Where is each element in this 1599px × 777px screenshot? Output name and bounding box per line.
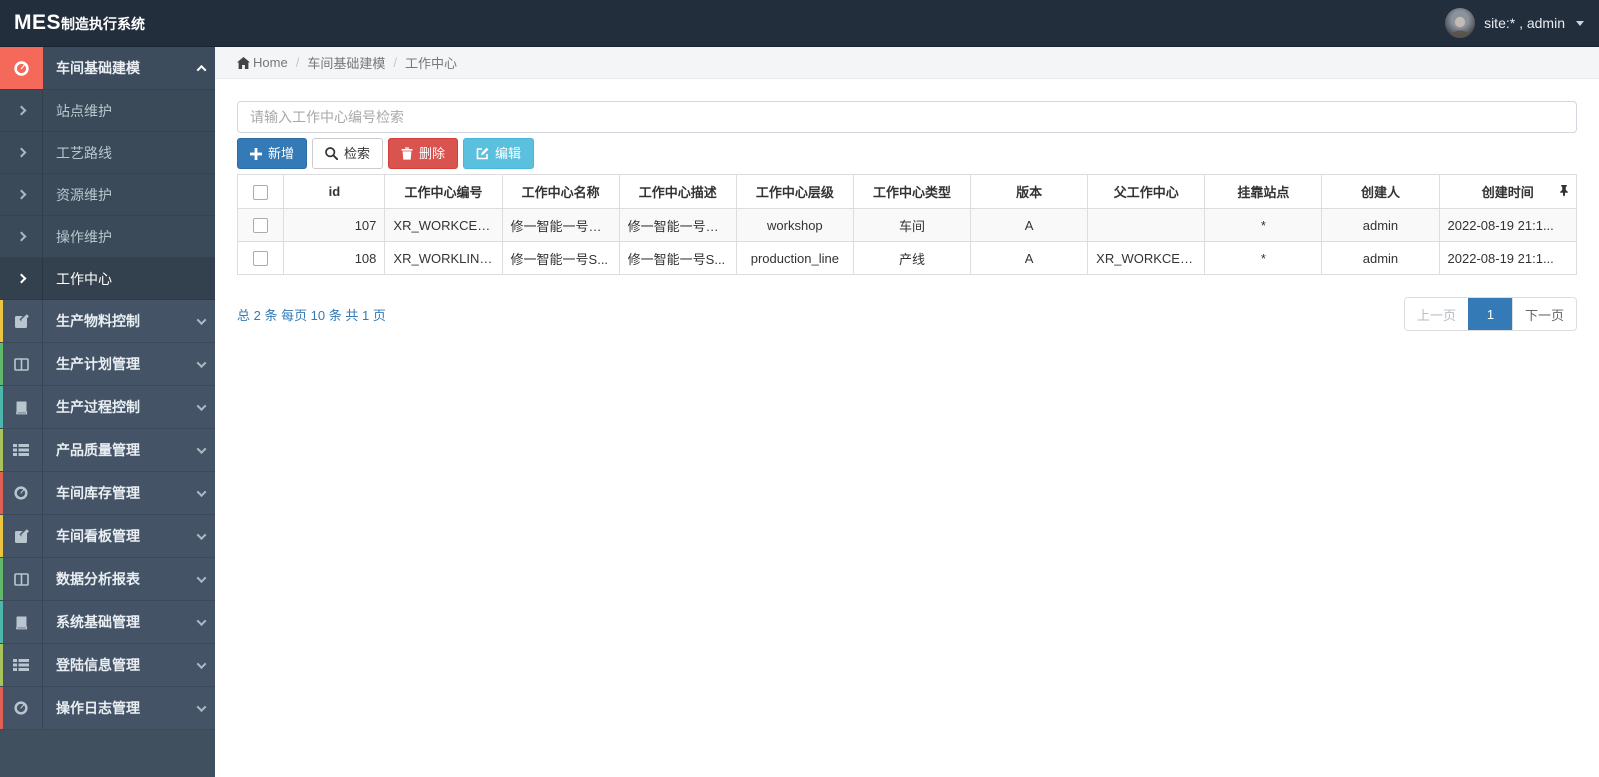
col-description[interactable]: 工作中心描述 [618,174,737,209]
brand-subtitle: 制造执行系统 [61,16,146,32]
columns-icon [13,572,29,587]
book-icon [14,615,29,630]
col-created-time[interactable]: 创建时间 [1438,174,1578,209]
sidebar-subitem-process-route[interactable]: 工艺路线 [0,132,215,174]
breadcrumb-level2: 工作中心 [404,56,457,71]
sidebar-subitem-work-center[interactable]: 工作中心 [0,258,215,300]
col-level[interactable]: 工作中心层级 [735,174,854,209]
add-button[interactable]: 新增 [237,138,308,169]
select-all-checkbox[interactable] [253,184,269,200]
chevron-down-icon [187,300,215,342]
sidebar: 车间基础建模 站点维护 工艺路线 资源维护 操作维护 工作中心 生产物料控制 生… [0,47,215,777]
col-creator[interactable]: 创建人 [1321,174,1440,209]
work-center-table: id 工作中心编号 工作中心名称 工作中心描述 工作中心层级 工作中心类型 版本… [236,174,1578,275]
sidebar-item-analytics-reports[interactable]: 数据分析报表 [0,558,215,601]
caret-down-icon [1576,20,1584,26]
table-header-row: id 工作中心编号 工作中心名称 工作中心描述 工作中心层级 工作中心类型 版本… [236,174,1578,209]
delete-button[interactable]: 删除 [388,138,459,169]
next-page-button[interactable]: 下一页 [1511,298,1576,330]
chevron-down-icon [187,386,215,428]
edit-button[interactable]: 编辑 [463,138,535,169]
sidebar-item-operation-log-management[interactable]: 操作日志管理 [0,687,215,730]
list-icon [13,443,29,457]
columns-icon [13,357,29,372]
book-icon [14,400,29,415]
dashboard-icon [13,60,30,77]
breadcrumb-separator: / [295,55,300,70]
edit-icon [476,147,489,160]
sidebar-subitem-site-maintenance[interactable]: 站点维护 [0,90,215,132]
pagination-summary: 总 2 条 每页 10 条 共 1 页 [237,307,386,323]
sidebar-item-label: 车间基础建模 [56,60,140,76]
col-type[interactable]: 工作中心类型 [852,174,972,209]
trash-icon [401,147,413,160]
row-checkbox[interactable] [253,251,269,267]
chevron-down-icon [187,429,215,471]
list-icon [13,658,29,672]
row-checkbox[interactable] [253,218,269,234]
chevron-down-icon [187,472,215,514]
col-id[interactable]: id [283,174,386,209]
col-name[interactable]: 工作中心名称 [501,174,620,209]
sidebar-submenu: 站点维护 工艺路线 资源维护 操作维护 工作中心 [0,90,215,300]
home-icon [237,56,250,69]
pencil-square-icon [14,313,29,329]
sidebar-subitem-resource-maintenance[interactable]: 资源维护 [0,174,215,216]
sidebar-item-login-info-management[interactable]: 登陆信息管理 [0,644,215,687]
pencil-square-icon [14,528,29,544]
dashboard-icon [13,700,29,716]
breadcrumb-level1[interactable]: 车间基础建模 [307,53,385,72]
pager: 上一页 1 下一页 [1403,297,1577,331]
pagination-bar: 总 2 条 每页 10 条 共 1 页 上一页 1 下一页 [237,297,1577,331]
search-button[interactable]: 检索 [312,138,384,169]
toolbar: 新增 检索 删除 编辑 [237,138,1577,169]
brand-mes: MES [14,11,62,34]
sidebar-subitem-operation-maintenance[interactable]: 操作维护 [0,216,215,258]
pin-icon[interactable] [1559,184,1569,199]
col-version[interactable]: 版本 [970,174,1089,209]
table-row[interactable]: 108 XR_WORKLINE... 修一智能一号S... 修一智能一号S...… [236,241,1578,275]
search-icon [325,147,339,160]
chevron-right-icon [0,258,43,299]
col-parent[interactable]: 父工作中心 [1087,174,1206,209]
app-logo: MES制造执行系统 [14,11,145,35]
dashboard-icon [13,485,29,501]
sidebar-item-quality-management[interactable]: 产品质量管理 [0,429,215,472]
chevron-down-icon [187,558,215,600]
col-site[interactable]: 挂靠站点 [1204,174,1323,209]
user-label: site:* , admin [1484,15,1565,31]
col-code[interactable]: 工作中心编号 [384,174,503,209]
plus-icon [250,147,262,160]
chevron-right-icon [0,132,43,173]
sidebar-item-material-control[interactable]: 生产物料控制 [0,300,215,343]
content-area: Home / 车间基础建模 / 工作中心 新增 检索 删除 [215,47,1599,777]
sidebar-item-kanban-management[interactable]: 车间看板管理 [0,515,215,558]
chevron-up-icon [187,47,215,89]
chevron-right-icon [0,216,43,257]
breadcrumb: Home / 车间基础建模 / 工作中心 [215,47,1599,79]
breadcrumb-home[interactable]: Home [237,55,288,70]
chevron-down-icon [187,515,215,557]
chevron-right-icon [0,90,43,131]
chevron-right-icon [0,174,43,215]
sidebar-item-inventory-management[interactable]: 车间库存管理 [0,472,215,515]
sidebar-item-system-management[interactable]: 系统基础管理 [0,601,215,644]
sidebar-item-process-control[interactable]: 生产过程控制 [0,386,215,429]
page-1-button[interactable]: 1 [1467,298,1512,330]
user-avatar [1445,8,1476,38]
breadcrumb-separator: / [393,55,397,70]
sidebar-item-workshop-modeling[interactable]: 车间基础建模 [0,47,215,90]
chevron-down-icon [187,687,215,729]
sidebar-item-plan-management[interactable]: 生产计划管理 [0,343,215,386]
top-bar: MES制造执行系统 site:* , admin [0,0,1599,47]
chevron-down-icon [187,601,215,643]
chevron-down-icon [187,644,215,686]
user-menu[interactable]: site:* , admin [1445,8,1584,38]
chevron-down-icon [187,343,215,385]
table-row[interactable]: 107 XR_WORKCEN... 修一智能一号车间 修一智能一号车间 work… [236,208,1578,242]
search-input[interactable] [237,101,1577,133]
prev-page-button[interactable]: 上一页 [1404,298,1468,330]
person-icon [1449,16,1471,38]
